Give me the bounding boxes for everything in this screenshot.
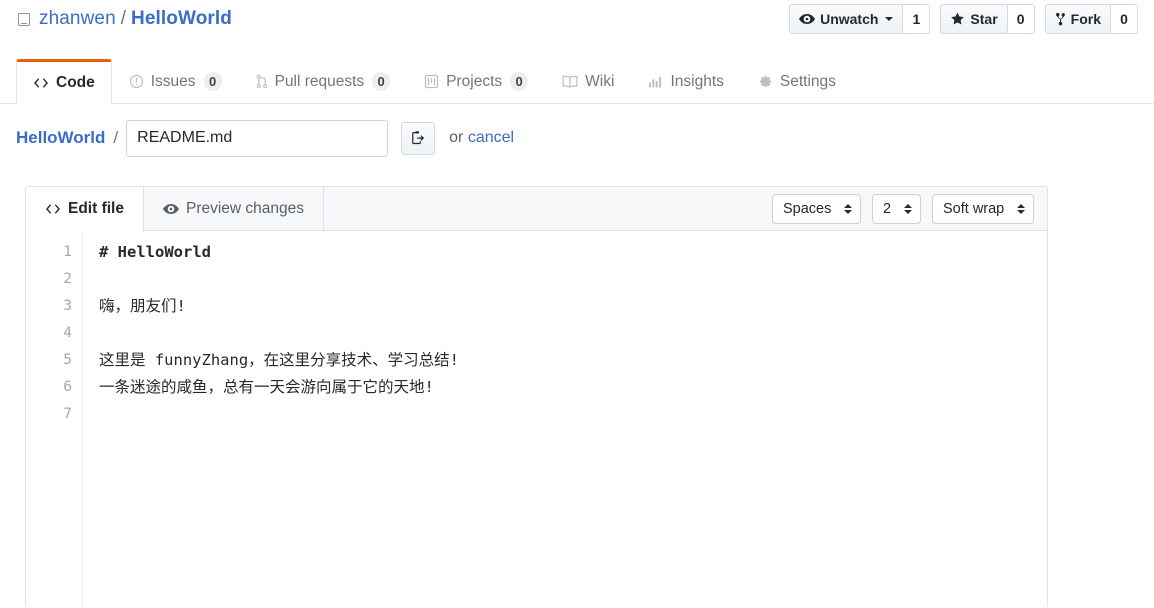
tab-edit-file-label: Edit file <box>68 200 124 217</box>
move-to-icon <box>410 130 426 146</box>
fork-button[interactable]: Fork <box>1044 4 1110 34</box>
line-number: 3 <box>63 298 72 314</box>
watchers-count[interactable]: 1 <box>902 4 931 34</box>
tab-pull-requests[interactable]: Pull requests 0 <box>239 59 408 103</box>
code-content[interactable]: # HelloWorld 嗨，朋友们! 这里是 funnyZhang，在这里分享… <box>83 231 1047 608</box>
issues-count: 0 <box>203 72 222 91</box>
tab-code[interactable]: Code <box>16 59 112 104</box>
star-button[interactable]: Star <box>940 4 1007 34</box>
tab-projects[interactable]: Projects 0 <box>407 59 545 103</box>
tab-pull-requests-label: Pull requests <box>274 72 365 90</box>
repository-header: zhanwen / HelloWorld Unwatch 1 Star 0 Fo… <box>0 0 1154 56</box>
tab-projects-label: Projects <box>446 72 503 90</box>
repo-forked-icon <box>1055 12 1066 27</box>
tab-wiki-label: Wiki <box>585 72 615 90</box>
repository-title: zhanwen / HelloWorld <box>16 6 232 32</box>
pull-requests-count: 0 <box>372 72 391 91</box>
star-icon <box>950 12 965 26</box>
line-number: 2 <box>63 271 72 287</box>
git-pull-request-icon <box>256 74 268 89</box>
line-number-gutter: 1 2 3 4 5 6 7 <box>26 231 83 608</box>
code-editor-area[interactable]: 1 2 3 4 5 6 7 # HelloWorld 嗨，朋友们! 这里是 fu… <box>26 231 1047 608</box>
line-number: 5 <box>63 352 72 368</box>
tab-issues-label: Issues <box>150 72 196 90</box>
file-path-row: HelloWorld / or cancel <box>0 104 1154 157</box>
book-icon <box>562 75 578 89</box>
repository-social-actions: Unwatch 1 Star 0 Fork 0 <box>789 4 1138 34</box>
fork-label: Fork <box>1070 11 1101 27</box>
eye-icon <box>799 13 816 25</box>
code-line: 嗨，朋友们! <box>99 297 186 315</box>
code-line: 一条迷途的咸鱼，总有一天会游向属于它的天地! <box>99 378 434 396</box>
tab-settings[interactable]: Settings <box>741 59 853 103</box>
tab-wiki[interactable]: Wiki <box>545 59 631 103</box>
breadcrumb-repo-link[interactable]: HelloWorld <box>16 128 105 148</box>
code-line: 这里是 funnyZhang，在这里分享技术、学习总结! <box>99 351 459 369</box>
code-icon <box>33 76 49 90</box>
filename-input[interactable] <box>126 119 389 157</box>
indent-size-select[interactable]: 2 <box>872 194 921 224</box>
cancel-link[interactable]: cancel <box>468 129 514 146</box>
tab-insights-label: Insights <box>670 72 724 90</box>
tab-preview-changes[interactable]: Preview changes <box>144 187 325 231</box>
issue-opened-icon <box>129 74 144 89</box>
move-file-button[interactable] <box>401 121 436 155</box>
repo-name-link[interactable]: HelloWorld <box>131 6 232 32</box>
repo-path-separator: / <box>120 8 127 29</box>
star-button-group: Star 0 <box>940 4 1035 34</box>
watch-button-group: Unwatch 1 <box>789 4 931 34</box>
stars-count[interactable]: 0 <box>1006 4 1035 34</box>
tab-settings-label: Settings <box>779 72 836 90</box>
tab-preview-changes-label: Preview changes <box>185 199 305 217</box>
star-label: Star <box>970 11 998 27</box>
graph-icon <box>648 75 663 89</box>
repository-nav: Code Issues 0 Pull requests 0 Projects 0… <box>0 56 1154 104</box>
tab-code-label: Code <box>56 74 95 91</box>
fork-button-group: Fork 0 <box>1044 4 1138 34</box>
line-number: 7 <box>63 406 72 422</box>
indent-size-select-wrap: 2 <box>872 194 921 224</box>
unwatch-label: Unwatch <box>820 11 879 27</box>
breadcrumb-separator: / <box>113 128 119 147</box>
projects-count: 0 <box>510 72 529 91</box>
indent-mode-select-wrap: Spaces <box>772 194 861 224</box>
unwatch-button[interactable]: Unwatch <box>789 4 903 34</box>
tab-insights[interactable]: Insights <box>631 59 740 103</box>
chevron-down-icon <box>885 17 894 21</box>
wrap-mode-select[interactable]: Soft wrap <box>932 194 1034 224</box>
wrap-mode-select-wrap: Soft wrap <box>932 194 1034 224</box>
cancel-area: or cancel <box>449 129 514 147</box>
tab-edit-file[interactable]: Edit file <box>26 187 144 232</box>
forks-count[interactable]: 0 <box>1110 4 1138 34</box>
or-label: or <box>449 129 468 146</box>
project-icon <box>424 74 439 89</box>
indent-mode-select[interactable]: Spaces <box>772 194 861 224</box>
eye-icon <box>162 203 179 215</box>
editor-toolbar: Edit file Preview changes Spaces 2 Soft … <box>26 187 1047 232</box>
repo-owner-link[interactable]: zhanwen <box>39 6 116 32</box>
code-icon <box>45 202 61 216</box>
code-line: # HelloWorld <box>99 243 211 261</box>
tab-issues[interactable]: Issues 0 <box>112 59 239 103</box>
file-editor-container: Edit file Preview changes Spaces 2 Soft … <box>25 186 1048 608</box>
line-number: 6 <box>63 379 72 395</box>
book-icon <box>16 13 32 28</box>
editor-settings-group: Spaces 2 Soft wrap <box>772 194 1034 224</box>
line-number: 1 <box>63 244 72 260</box>
gear-icon <box>758 74 773 89</box>
line-number: 4 <box>63 325 72 341</box>
repository-nav-list: Code Issues 0 Pull requests 0 Projects 0… <box>16 56 1154 104</box>
